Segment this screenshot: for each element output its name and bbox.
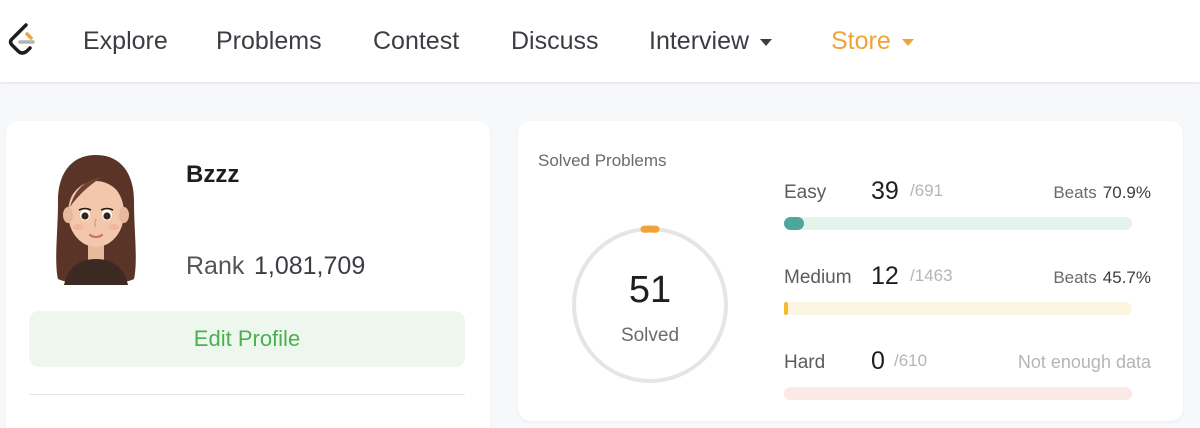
hard-no-data: Not enough data xyxy=(1017,352,1151,372)
medium-count: 12 xyxy=(871,262,899,290)
divider xyxy=(29,394,465,395)
easy-total: /691 xyxy=(910,181,944,200)
medium-beats: Beats 45.7% xyxy=(1053,268,1151,288)
nav-store-label: Store xyxy=(831,27,891,55)
medium-beats-label: Beats xyxy=(1053,268,1097,287)
medium-label: Medium xyxy=(784,267,852,288)
easy-label: Easy xyxy=(784,182,827,203)
nav-contest[interactable]: Contest xyxy=(373,26,459,56)
nav-discuss[interactable]: Discuss xyxy=(511,26,599,56)
nav-interview-label: Interview xyxy=(649,27,750,55)
avatar xyxy=(56,155,136,285)
top-nav: Explore Problems Contest Discuss Intervi… xyxy=(0,0,1200,82)
nav-problems[interactable]: Problems xyxy=(216,26,322,56)
stats-title: Solved Problems xyxy=(538,151,667,170)
edit-profile-label: Edit Profile xyxy=(193,326,301,351)
medium-progress-track xyxy=(784,302,1132,315)
hard-progress-track xyxy=(784,387,1132,400)
nav-discuss-label: Discuss xyxy=(511,27,599,55)
nav-contest-label: Contest xyxy=(373,27,460,55)
nav-store[interactable]: Store xyxy=(831,26,914,56)
easy-progress-track xyxy=(784,217,1132,230)
solved-problems-card: Solved Problems 51 Solved Easy 39 /691 B… xyxy=(518,121,1183,421)
easy-beats-value: 70.9% xyxy=(1102,183,1151,202)
nav-problems-label: Problems xyxy=(216,27,322,55)
solved-label: Solved xyxy=(620,325,680,346)
nav-interview[interactable]: Interview xyxy=(649,26,773,56)
rank-label: Rank xyxy=(186,252,245,280)
solved-count: 51 xyxy=(628,269,672,311)
medium-total: /1463 xyxy=(910,266,953,285)
medium-progress-fill xyxy=(784,302,788,315)
hard-total: /610 xyxy=(894,351,928,370)
username: Bzzz xyxy=(186,161,240,188)
rank-value: 1,081,709 xyxy=(254,252,366,280)
leetcode-logo-icon[interactable] xyxy=(6,22,40,58)
chevron-down-icon xyxy=(760,38,773,46)
easy-beats: Beats 70.9% xyxy=(1053,183,1151,203)
nav-explore-label: Explore xyxy=(83,27,168,55)
chevron-down-icon xyxy=(901,38,914,46)
easy-count: 39 xyxy=(871,177,899,205)
profile-card: Bzzz Rank 1,081,709 Edit Profile xyxy=(6,121,490,428)
easy-beats-label: Beats xyxy=(1053,183,1097,202)
hard-label: Hard xyxy=(784,352,826,373)
medium-beats-value: 45.7% xyxy=(1102,268,1151,287)
easy-progress-fill xyxy=(784,217,804,230)
edit-profile-button[interactable]: Edit Profile xyxy=(29,311,465,367)
nav-explore[interactable]: Explore xyxy=(83,26,168,56)
hard-count: 0 xyxy=(871,347,885,375)
